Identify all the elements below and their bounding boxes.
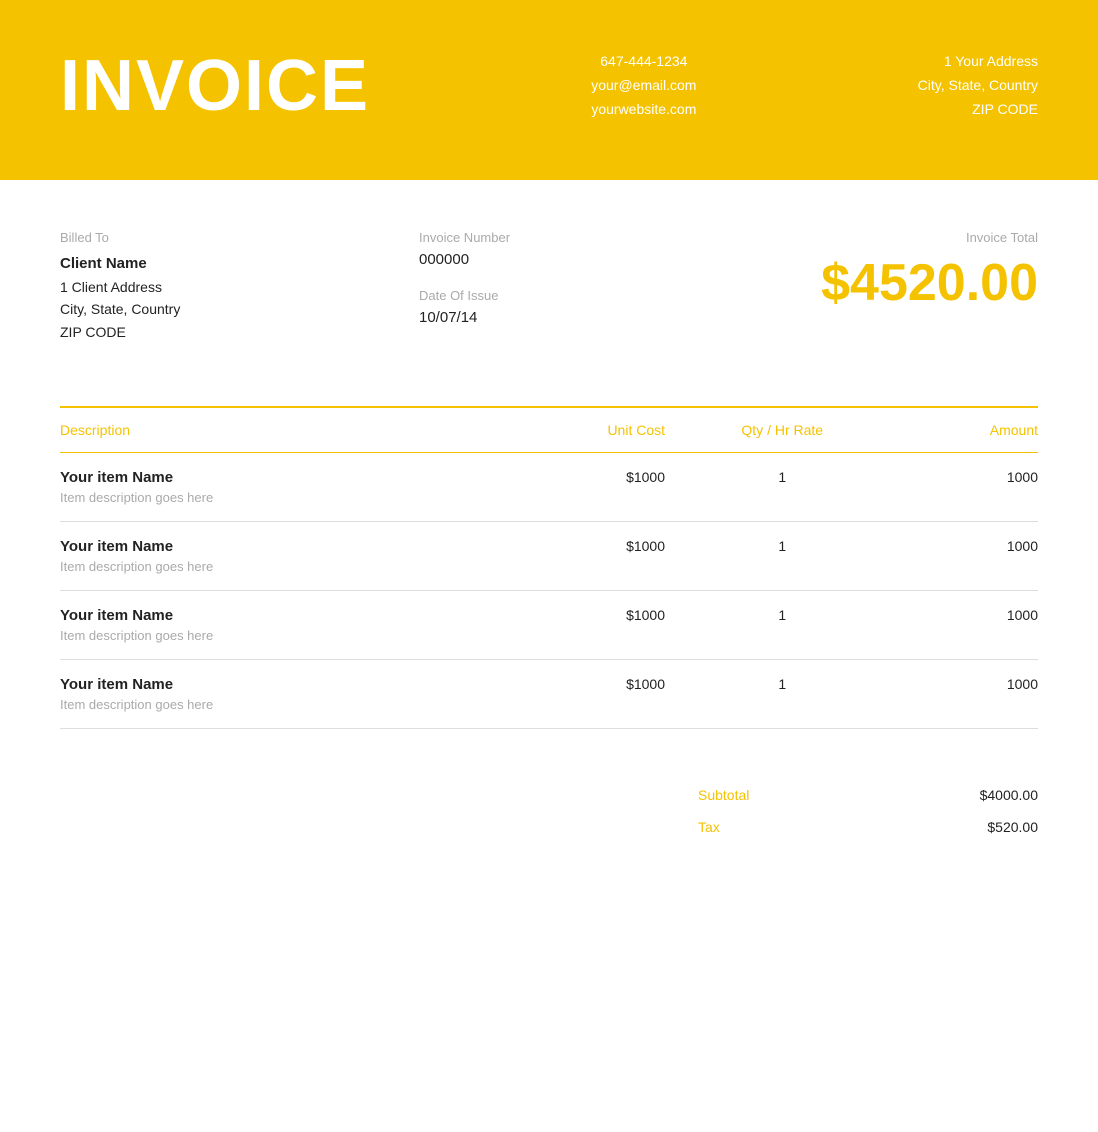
item-amount-2: 1000	[899, 591, 1038, 660]
col-description: Description	[60, 407, 500, 453]
totals-section: Subtotal $4000.00 Tax $520.00	[60, 779, 1038, 843]
item-cell-1: Your item Name Item description goes her…	[60, 522, 500, 591]
table-row: Your item Name Item description goes her…	[60, 660, 1038, 729]
item-unit-cost-1: $1000	[500, 522, 665, 591]
item-cell-2: Your item Name Item description goes her…	[60, 591, 500, 660]
totals-table: Subtotal $4000.00 Tax $520.00	[698, 779, 1038, 843]
item-qty-0: 1	[665, 453, 899, 522]
billing-section: Billed To Client Name 1 Client Address C…	[60, 230, 1038, 346]
invoice-total-amount: $4520.00	[718, 253, 1038, 313]
table-row: Your item Name Item description goes her…	[60, 591, 1038, 660]
header-address-line1: 1 Your Address	[918, 50, 1038, 74]
client-address1: 1 Client Address	[60, 276, 340, 298]
invoice-number-label: Invoice Number	[419, 230, 639, 245]
subtotal-row: Subtotal $4000.00	[698, 779, 1038, 811]
item-unit-cost-3: $1000	[500, 660, 665, 729]
item-desc-1: Item description goes here	[60, 559, 500, 574]
header-email: your@email.com	[591, 74, 696, 98]
item-amount-1: 1000	[899, 522, 1038, 591]
tax-row: Tax $520.00	[698, 811, 1038, 843]
subtotal-value: $4000.00	[980, 787, 1038, 803]
invoice-header: INVOICE 647-444-1234 your@email.com your…	[0, 0, 1098, 180]
header-contact: 647-444-1234 your@email.com yourwebsite.…	[591, 50, 696, 121]
col-unit-cost: Unit Cost	[500, 407, 665, 453]
item-cell-0: Your item Name Item description goes her…	[60, 453, 500, 522]
tax-label: Tax	[698, 819, 720, 835]
header-address: 1 Your Address City, State, Country ZIP …	[918, 50, 1038, 121]
item-qty-2: 1	[665, 591, 899, 660]
invoice-date-label: Date Of Issue	[419, 288, 639, 303]
item-unit-cost-2: $1000	[500, 591, 665, 660]
item-amount-3: 1000	[899, 660, 1038, 729]
client-zip: ZIP CODE	[60, 321, 340, 343]
invoice-total-label: Invoice Total	[718, 230, 1038, 245]
header-address-zip: ZIP CODE	[918, 98, 1038, 122]
invoice-total-block: Invoice Total $4520.00	[718, 230, 1038, 313]
item-desc-3: Item description goes here	[60, 697, 500, 712]
table-row: Your item Name Item description goes her…	[60, 522, 1038, 591]
item-name-2: Your item Name	[60, 607, 500, 624]
item-desc-2: Item description goes here	[60, 628, 500, 643]
table-header-row: Description Unit Cost Qty / Hr Rate Amou…	[60, 407, 1038, 453]
header-phone: 647-444-1234	[591, 50, 696, 74]
invoice-meta-block: Invoice Number 000000 Date Of Issue 10/0…	[419, 230, 639, 346]
header-website: yourwebsite.com	[591, 98, 696, 122]
invoice-table-body: Your item Name Item description goes her…	[60, 453, 1038, 729]
item-cell-3: Your item Name Item description goes her…	[60, 660, 500, 729]
col-amount: Amount	[899, 407, 1038, 453]
item-desc-0: Item description goes here	[60, 490, 500, 505]
item-name-1: Your item Name	[60, 538, 500, 555]
item-amount-0: 1000	[899, 453, 1038, 522]
header-address-line2: City, State, Country	[918, 74, 1038, 98]
tax-value: $520.00	[987, 819, 1038, 835]
invoice-table: Description Unit Cost Qty / Hr Rate Amou…	[60, 406, 1038, 729]
invoice-page: INVOICE 647-444-1234 your@email.com your…	[0, 0, 1098, 1132]
col-qty-hr-rate: Qty / Hr Rate	[665, 407, 899, 453]
table-row: Your item Name Item description goes her…	[60, 453, 1038, 522]
item-name-3: Your item Name	[60, 676, 500, 693]
billed-to-block: Billed To Client Name 1 Client Address C…	[60, 230, 340, 343]
invoice-date-value: 10/07/14	[419, 309, 639, 326]
invoice-body: Billed To Client Name 1 Client Address C…	[0, 180, 1098, 903]
item-qty-1: 1	[665, 522, 899, 591]
client-name: Client Name	[60, 255, 340, 272]
subtotal-label: Subtotal	[698, 787, 749, 803]
invoice-number-value: 000000	[419, 251, 639, 268]
billed-to-label: Billed To	[60, 230, 340, 245]
item-unit-cost-0: $1000	[500, 453, 665, 522]
item-qty-3: 1	[665, 660, 899, 729]
invoice-title-block: INVOICE	[60, 40, 370, 122]
invoice-title: INVOICE	[60, 50, 370, 122]
client-address2: City, State, Country	[60, 298, 340, 320]
item-name-0: Your item Name	[60, 469, 500, 486]
